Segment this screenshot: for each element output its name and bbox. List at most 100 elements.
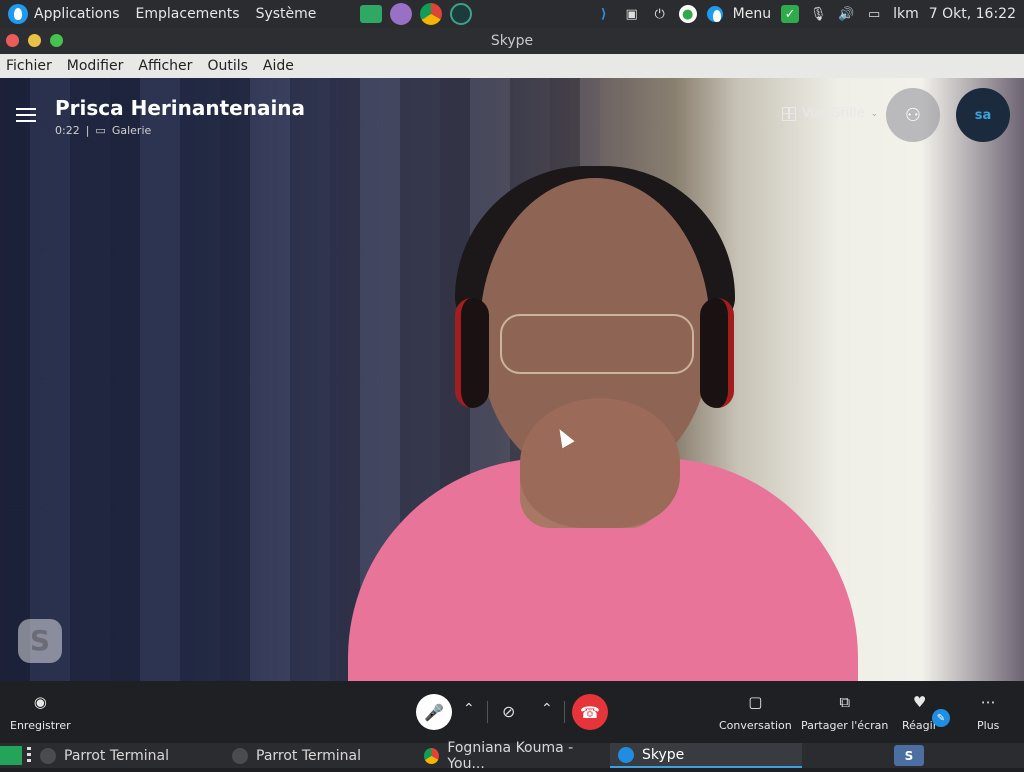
record-button[interactable]: ◉ Enregistrer [10,693,71,732]
call-meta: 0:22 | ▭ Galerie [55,124,151,137]
menu-aide[interactable]: Aide [263,58,294,74]
terminal-icon [40,747,56,764]
skype-tray-icon[interactable]: S [894,745,924,766]
window-buttons [6,34,63,47]
view-mode-label: Galerie [111,124,152,137]
taskbar-item-label: Parrot Terminal [64,747,170,764]
microphone-icon[interactable]: 🎙 [809,5,827,23]
parrot-menu-icon[interactable] [706,6,723,22]
skype-icon [618,746,634,763]
applications-label: Applications [34,6,120,22]
menu-modifier[interactable]: Modifier [67,58,124,74]
window-title-bar[interactable]: Skype [0,28,1024,54]
pen-icon[interactable]: ✎ [932,709,950,727]
network-launcher-icon[interactable] [450,3,473,25]
system-menu[interactable]: Système [248,0,325,28]
mic-options-chevron-up-icon[interactable]: ⌃ [463,701,475,717]
phone-hangup-icon: ☎ [580,702,600,722]
video-feed[interactable]: S [0,78,1024,681]
taskbar-item-label: Skype [642,746,685,763]
record-label: Enregistrer [10,719,71,732]
headphone-left [455,298,489,408]
places-menu[interactable]: Emplacements [128,0,248,28]
chevron-down-icon: ⌄ [870,108,879,119]
share-screen-icon: ⧉ [839,693,851,711]
more-icon: ⋯ [980,693,996,711]
control-divider [564,701,565,723]
record-icon: ◉ [33,693,47,711]
taskbar-item-label: Fogniana Kouma - You... [447,739,574,772]
contact-name: Prisca Herinantenaina [55,96,306,120]
maximize-window-button[interactable] [50,34,63,47]
screenshot-icon[interactable]: ▣ [623,5,641,23]
bottom-taskbar: Parrot Terminal Parrot Terminal Fogniana… [0,740,1024,772]
share-screen-button[interactable]: ⧉ Partager l'écran [801,693,888,732]
microphone-icon: 🎤 [424,702,444,722]
launchers [360,3,473,25]
chrome-launcher-icon[interactable] [420,3,443,25]
react-button[interactable]: ♥ Réagir [902,693,937,732]
call-header: Prisca Herinantenaina 0:22 | ▭ Galerie V… [0,78,1024,148]
taskbar-item-chrome[interactable]: Fogniana Kouma - You... [416,740,608,772]
terminal-icon [232,747,248,764]
display-icon[interactable]: ▭ [865,5,883,23]
window-title: Skype [490,33,534,49]
share-screen-label: Partager l'écran [801,719,889,732]
taskbar-item-terminal-1[interactable]: Parrot Terminal [32,743,222,768]
control-divider [487,701,488,723]
hamburger-menu-icon[interactable] [16,108,36,122]
hand [520,398,680,528]
minimize-window-button[interactable] [28,34,41,47]
gallery-icon: ▭ [95,124,106,137]
workspace-switcher[interactable] [0,746,22,765]
power-icon[interactable]: ⏻ [651,5,669,23]
system-tray: ⟩ ▣ ⏻ ● Menu ✓ 🎙 🔊 ▭ lkm 7 Okt, 16:22 [595,5,1024,23]
menu-outils[interactable]: Outils [207,58,247,74]
headphone-right [700,298,734,408]
self-initials: sa [974,107,992,123]
applications-menu[interactable]: Applications [0,0,128,28]
vscode-icon[interactable]: ⟩ [595,5,613,23]
menu-bar: Fichier Modifier Afficher Outils Aide [0,54,1024,78]
grid-view-button[interactable]: Vue Grille ⌄ [782,106,878,121]
taskbar-item-label: Parrot Terminal [256,747,362,764]
grid-icon [782,106,796,121]
check-icon[interactable]: ✓ [781,5,800,23]
top-panel: Applications Emplacements Système ⟩ ▣ ⏻ … [0,0,1024,28]
clock[interactable]: 7 Okt, 16:22 [929,6,1016,22]
self-avatar[interactable]: sa [956,88,1010,142]
glasses [500,314,694,374]
add-participant-button[interactable]: ⚇ [886,88,940,142]
taskbar-handle[interactable] [27,747,31,763]
grid-view-label: Vue Grille [802,106,865,121]
volume-icon[interactable]: 🔊 [837,5,855,23]
chat-icon: ▢ [748,693,763,711]
hang-up-button[interactable]: ☎ [572,694,608,730]
video-off-icon[interactable]: ⊘ [502,702,515,721]
places-label: Emplacements [135,6,240,22]
taskbar-item-skype[interactable]: Skype [610,743,802,768]
skype-watermark-icon: S [18,619,62,663]
menu-afficher[interactable]: Afficher [138,58,192,74]
menu-label[interactable]: Menu [733,6,771,22]
add-person-icon: ⚇ [904,104,922,126]
menu-fichier[interactable]: Fichier [6,58,52,74]
taskbar-item-terminal-2[interactable]: Parrot Terminal [224,743,414,768]
conversation-button[interactable]: ▢ Conversation [719,693,792,732]
spreadsheet-launcher-icon[interactable] [360,5,383,23]
parrot-logo-icon [8,4,28,24]
more-label: Plus [977,719,1000,732]
chrome-icon [424,747,440,764]
call-controls: ◉ Enregistrer 🎤 ⌃ ⊘ ⌃ ☎ ▢ Conversation ⧉… [0,681,1024,743]
call-duration: 0:22 [55,124,80,137]
video-options-chevron-up-icon[interactable]: ⌃ [541,701,553,717]
close-window-button[interactable] [6,34,19,47]
more-button[interactable]: ⋯ Plus [977,693,999,732]
user-label[interactable]: lkm [893,6,919,22]
mute-microphone-button[interactable]: 🎤 [416,694,452,730]
leaf-icon[interactable]: ● [678,5,697,23]
system-label: Système [255,6,317,22]
conversation-label: Conversation [719,719,792,732]
meta-separator: | [85,124,90,137]
text-editor-launcher-icon[interactable] [390,3,413,25]
